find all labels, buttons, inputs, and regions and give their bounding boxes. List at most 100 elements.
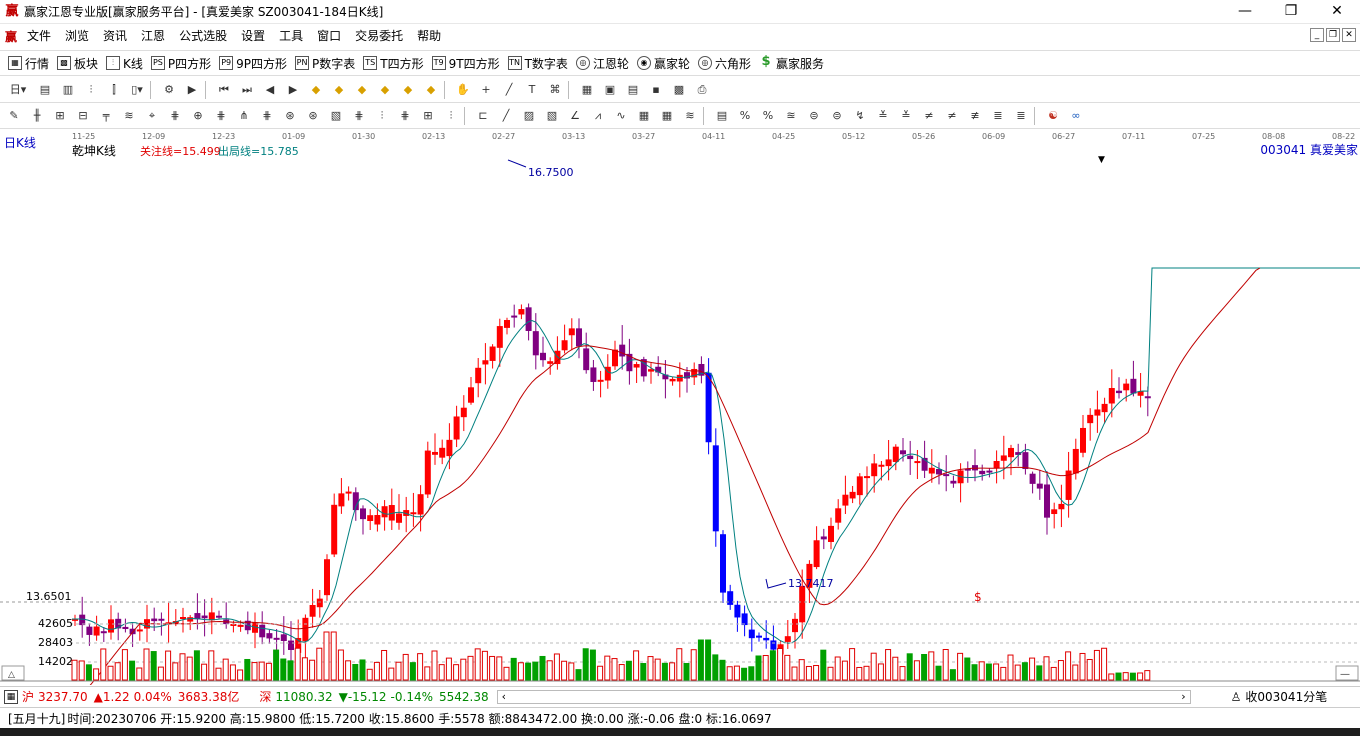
dropdown-marker-icon[interactable]: ▼: [1098, 155, 1105, 165]
tool-31-icon[interactable]: %: [736, 107, 754, 125]
tool-12-icon[interactable]: ⊛: [281, 107, 299, 125]
chart-b-icon[interactable]: ▥: [59, 81, 77, 99]
diamond-6-icon[interactable]: ◆: [422, 81, 440, 99]
tool-3-icon[interactable]: ⊟: [74, 107, 92, 125]
tool-29-icon[interactable]: ≋: [681, 107, 699, 125]
tool-33-icon[interactable]: ≊: [782, 107, 800, 125]
scroll-left-icon[interactable]: ‹: [502, 690, 506, 703]
crosshair-icon[interactable]: +: [477, 81, 495, 99]
menu-tools[interactable]: 工具: [272, 24, 310, 48]
menu-help[interactable]: 帮助: [410, 24, 448, 48]
tool-21-icon[interactable]: ╱: [497, 107, 515, 125]
toolbar-t-square[interactable]: TS T四方形: [363, 55, 424, 72]
tool-18-icon[interactable]: ⊞: [419, 107, 437, 125]
flag-icon[interactable]: ▶: [183, 81, 201, 99]
tool-15-icon[interactable]: ⋕: [350, 107, 368, 125]
tool-5-icon[interactable]: ≋: [120, 107, 138, 125]
right-icon[interactable]: ▶: [284, 81, 302, 99]
tool-22-icon[interactable]: ▨: [520, 107, 538, 125]
tool-6-icon[interactable]: ⌖: [143, 107, 161, 125]
tool-4-icon[interactable]: ╤: [97, 107, 115, 125]
tool-41-icon[interactable]: ≢: [966, 107, 984, 125]
chart-a-icon[interactable]: ▤: [36, 81, 54, 99]
diamond-3-icon[interactable]: ◆: [353, 81, 371, 99]
infinity-icon[interactable]: ∞: [1067, 107, 1085, 125]
horizontal-scrollbar[interactable]: ‹ ›: [496, 689, 1191, 704]
tool-19-icon[interactable]: ⫶: [442, 107, 460, 125]
tool-8-icon[interactable]: ⊕: [189, 107, 207, 125]
tool-42-icon[interactable]: ≣: [989, 107, 1007, 125]
tool-11-icon[interactable]: ⋕: [258, 107, 276, 125]
tool-26-icon[interactable]: ∿: [612, 107, 630, 125]
toolbar-p-square[interactable]: PS P四方形: [150, 55, 211, 72]
tool-28-icon[interactable]: ▦: [658, 107, 676, 125]
toolbar-p-number-table[interactable]: PN P数字表: [295, 55, 355, 72]
tool-14-icon[interactable]: ▧: [327, 107, 345, 125]
tool-7-icon[interactable]: ⋕: [166, 107, 184, 125]
fib-icon[interactable]: T: [523, 81, 541, 99]
stock-icon[interactable]: ▯▾: [128, 81, 146, 99]
toolbar-gann-wheel[interactable]: ◎ 江恩轮: [575, 55, 629, 72]
tool-35-icon[interactable]: ⊜: [828, 107, 846, 125]
menu-gann[interactable]: 江恩: [134, 24, 172, 48]
mdi-close-button[interactable]: ✕: [1342, 28, 1356, 42]
pattern-icon[interactable]: ⌘: [546, 81, 564, 99]
toolbar-quotes[interactable]: ▦ 行情: [8, 55, 49, 72]
tool-32-icon[interactable]: %: [759, 107, 777, 125]
tick-data-label[interactable]: 收003041分笔: [1245, 688, 1327, 705]
diamond-4-icon[interactable]: ◆: [376, 81, 394, 99]
menu-window[interactable]: 窗口: [310, 24, 348, 48]
doc-icon[interactable]: ▤: [624, 81, 642, 99]
menu-file[interactable]: 文件: [20, 24, 58, 48]
tool-20-icon[interactable]: ⊏: [474, 107, 492, 125]
tool-13-icon[interactable]: ⊛: [304, 107, 322, 125]
calc-icon[interactable]: ▣: [601, 81, 619, 99]
tool-23-icon[interactable]: ▧: [543, 107, 561, 125]
menu-stock-screener[interactable]: 公式选股: [172, 24, 234, 48]
draw-line-icon[interactable]: ╱: [500, 81, 518, 99]
save-icon[interactable]: ▪: [647, 81, 665, 99]
tool-37-icon[interactable]: ≚: [874, 107, 892, 125]
toolbar-sector[interactable]: ▩ 板块: [57, 55, 98, 72]
toolbar-9t-square[interactable]: T9 9T四方形: [431, 55, 500, 72]
hand-icon[interactable]: ✋: [454, 81, 472, 99]
scroll-right-icon[interactable]: ›: [1181, 690, 1185, 703]
tool-27-icon[interactable]: ▦: [635, 107, 653, 125]
tool-43-icon[interactable]: ≣: [1012, 107, 1030, 125]
grid-icon[interactable]: ▦: [4, 689, 18, 704]
mdi-minimize-button[interactable]: _: [1310, 28, 1324, 42]
kline-chart-panel[interactable]: 11-25 12-09 12-23 01-09 01-30 02-13 02-27 03-13…: [0, 129, 1360, 708]
yin-yang-icon[interactable]: ☯: [1044, 107, 1062, 125]
bar-chart-icon[interactable]: ⫶: [82, 81, 100, 99]
tool-2-icon[interactable]: ⊞: [51, 107, 69, 125]
menu-trade[interactable]: 交易委托: [348, 24, 410, 48]
diamond-5-icon[interactable]: ◆: [399, 81, 417, 99]
minimize-button[interactable]: —: [1222, 0, 1268, 24]
toolbar-hexagon[interactable]: ◎ 六角形: [697, 55, 751, 72]
tool-30-icon[interactable]: ▤: [713, 107, 731, 125]
pen-icon[interactable]: ✎: [5, 107, 23, 125]
tool-25-icon[interactable]: ⩘: [589, 107, 607, 125]
left-icon[interactable]: ◀: [261, 81, 279, 99]
maximize-button[interactable]: ❐: [1268, 0, 1314, 24]
tool-24-icon[interactable]: ∠: [566, 107, 584, 125]
menu-settings[interactable]: 设置: [234, 24, 272, 48]
tool-38-icon[interactable]: ≚: [897, 107, 915, 125]
toolbar-kline[interactable]: ⫶ K线: [106, 55, 143, 72]
tool-10-icon[interactable]: ⋔: [235, 107, 253, 125]
tool-39-icon[interactable]: ≠: [920, 107, 938, 125]
calendar-icon[interactable]: ▦: [578, 81, 596, 99]
tool-40-icon[interactable]: ≠: [943, 107, 961, 125]
period-select-icon[interactable]: 日▾: [5, 81, 31, 99]
toolbar-t-number-table[interactable]: TN T数字表: [507, 55, 568, 72]
tool-9-icon[interactable]: ⋕: [212, 107, 230, 125]
last-icon[interactable]: ⏭: [238, 81, 256, 99]
mdi-restore-button[interactable]: ❐: [1326, 28, 1340, 42]
toolbar-winner-service[interactable]: $ 赢家服务: [758, 55, 824, 72]
tool-1-icon[interactable]: ╫: [28, 107, 46, 125]
tool-16-icon[interactable]: ⫶: [373, 107, 391, 125]
toolbar-9p-square[interactable]: P9 9P四方形: [219, 55, 287, 72]
tool-17-icon[interactable]: ⋕: [396, 107, 414, 125]
print-icon[interactable]: ⎙: [693, 81, 711, 99]
toolbar-winner-wheel[interactable]: ◉ 赢家轮: [636, 55, 690, 72]
